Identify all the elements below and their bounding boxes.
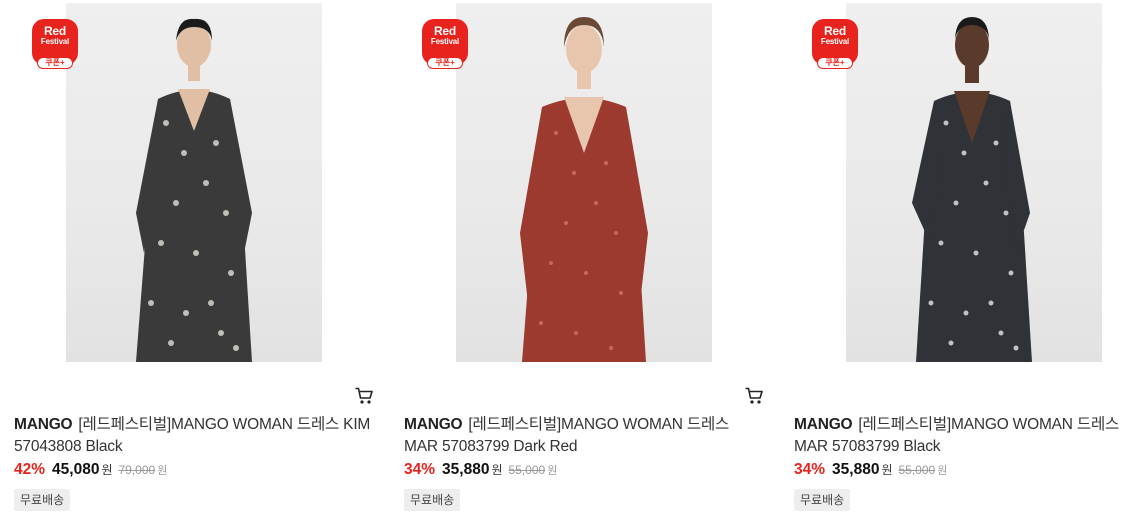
product-price: 34% 35,880 원 55,000 원: [404, 461, 557, 481]
badge-coupon: 쿠폰+: [817, 57, 853, 69]
discount-rate: 34%: [794, 461, 826, 478]
original-currency-unit: 원: [937, 465, 948, 477]
free-shipping-tag: 무료배송: [794, 489, 851, 511]
product-title[interactable]: MANGO [레드페스티벌]MANGO WOMAN 드레스 KIM 5704380…: [14, 414, 376, 458]
badge-coupon: 쿠폰+: [37, 57, 73, 69]
currency-unit: 원: [881, 463, 893, 477]
sale-price: 45,080: [52, 461, 100, 478]
product-image[interactable]: [456, 3, 712, 362]
model-photo-illustration: [520, 17, 648, 362]
badge-line2: Festival: [820, 37, 850, 46]
original-price: 55,000: [508, 463, 546, 477]
product-title[interactable]: MANGO [레드페스티벌]MANGO WOMAN 드레스 MAR 5708379…: [794, 414, 1133, 458]
product-image[interactable]: [66, 3, 322, 362]
sale-price: 35,880: [832, 461, 880, 478]
product-brand: MANGO: [14, 416, 73, 433]
cart-icon[interactable]: [354, 386, 374, 406]
product-price: 34% 35,880 원 55,000 원: [794, 461, 947, 481]
original-price: 79,000: [118, 463, 156, 477]
product-brand: MANGO: [794, 416, 853, 433]
discount-rate: 42%: [14, 461, 46, 478]
original-price: 55,000: [898, 463, 936, 477]
badge-line1: Red: [43, 24, 67, 38]
badge-coupon: 쿠폰+: [427, 57, 463, 69]
currency-unit: 원: [101, 463, 113, 477]
red-festival-badge: Red Festival 쿠폰+: [812, 19, 858, 69]
badge-line2: Festival: [430, 37, 460, 46]
product-card[interactable]: Red Festival 쿠폰+ MANGO [레드페스티벌]MANGO WOMA…: [794, 0, 1133, 521]
original-currency-unit: 원: [157, 465, 168, 477]
product-price: 42% 45,080 원 79,000 원: [14, 461, 167, 481]
model-photo-illustration: [912, 17, 1032, 362]
product-card[interactable]: Red Festival 쿠폰+ MANGO [레드페스티벌]MANGO WOMA…: [14, 0, 384, 521]
badge-line1: Red: [823, 24, 847, 38]
product-brand: MANGO: [404, 416, 463, 433]
cart-icon[interactable]: [744, 386, 764, 406]
sale-price: 35,880: [442, 461, 490, 478]
badge-line1: Red: [433, 24, 457, 38]
free-shipping-tag: 무료배송: [14, 489, 71, 511]
model-photo-illustration: [136, 18, 252, 362]
red-festival-badge: Red Festival 쿠폰+: [422, 19, 468, 69]
discount-rate: 34%: [404, 461, 436, 478]
product-grid: Red Festival 쿠폰+ MANGO [레드페스티벌]MANGO WOMA…: [0, 0, 1133, 521]
product-card[interactable]: Red Festival 쿠폰+ MANGO [레드페스티벌]MANGO WOMA…: [404, 0, 774, 521]
product-image[interactable]: [846, 3, 1102, 362]
badge-line2: Festival: [40, 37, 70, 46]
red-festival-badge: Red Festival 쿠폰+: [32, 19, 78, 69]
product-title[interactable]: MANGO [레드페스티벌]MANGO WOMAN 드레스 MAR 5708379…: [404, 414, 766, 458]
original-currency-unit: 원: [547, 465, 558, 477]
free-shipping-tag: 무료배송: [404, 489, 461, 511]
currency-unit: 원: [491, 463, 503, 477]
